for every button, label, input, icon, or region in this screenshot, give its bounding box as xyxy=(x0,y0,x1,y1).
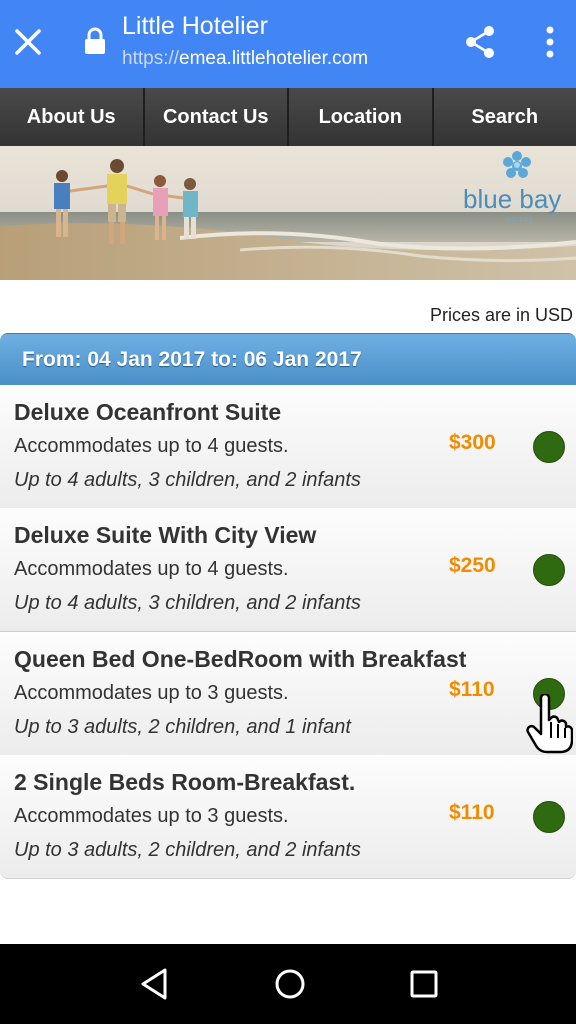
room-occupancy: Accommodates up to 4 guests. xyxy=(14,435,289,457)
date-range-header: From: 04 Jan 2017 to: 06 Jan 2017 xyxy=(0,333,576,385)
room-occupancy: Accommodates up to 4 guests. xyxy=(14,558,289,580)
system-navigation-bar xyxy=(0,944,576,1024)
room-select-button[interactable] xyxy=(533,431,565,463)
more-vert-icon[interactable] xyxy=(536,22,564,62)
room-item[interactable]: 2 Single Beds Room-Breakfast. Accommodat… xyxy=(0,755,576,879)
home-icon[interactable] xyxy=(270,964,310,1004)
hotel-logo-subtext: HOTEL xyxy=(506,217,535,224)
room-item[interactable]: Deluxe Oceanfront Suite Accommodates up … xyxy=(0,385,576,509)
nav-about-us[interactable]: About Us xyxy=(0,88,145,146)
site-nav: About Us Contact Us Location Search xyxy=(0,88,576,146)
room-select-button[interactable] xyxy=(533,554,565,586)
lock-icon xyxy=(85,27,105,54)
currency-note: Prices are in USD xyxy=(430,305,574,325)
room-occupancy: Accommodates up to 3 guests. xyxy=(14,805,289,827)
room-occupancy-detail: Up to 3 adults, 2 children, and 2 infant… xyxy=(14,839,361,861)
room-price: $110 xyxy=(449,678,495,701)
hotel-logo-text: blue bay xyxy=(463,184,562,214)
room-name: 2 Single Beds Room-Breakfast. xyxy=(14,769,356,795)
room-item[interactable]: Deluxe Suite With City View Accommodates… xyxy=(0,508,576,632)
room-occupancy-detail: Up to 3 adults, 2 children, and 1 infant xyxy=(14,716,351,738)
url-host: emea.littlehotelier.com xyxy=(179,48,369,69)
room-price: $250 xyxy=(449,554,496,577)
nav-location[interactable]: Location xyxy=(289,88,434,146)
close-icon[interactable] xyxy=(12,22,44,62)
url-scheme: https:// xyxy=(122,48,180,69)
share-icon[interactable] xyxy=(460,22,500,62)
room-item[interactable]: Queen Bed One-BedRoom with Breakfast Acc… xyxy=(0,632,576,756)
room-price: $110 xyxy=(449,801,495,824)
browser-toolbar: Little Hotelier https://emea.littlehotel… xyxy=(0,0,576,88)
room-name: Deluxe Oceanfront Suite xyxy=(14,399,282,425)
page-title: Little Hotelier xyxy=(122,12,268,40)
room-name: Queen Bed One-BedRoom with Breakfast xyxy=(14,646,467,672)
hand-pointer-cursor-icon xyxy=(526,694,573,754)
room-occupancy-detail: Up to 4 adults, 3 children, and 2 infant… xyxy=(14,469,361,491)
room-occupancy: Accommodates up to 3 guests. xyxy=(14,682,289,704)
room-select-button[interactable] xyxy=(533,801,565,833)
room-occupancy-detail: Up to 4 adults, 3 children, and 2 infant… xyxy=(14,592,361,614)
room-price: $300 xyxy=(449,431,496,454)
url-bar[interactable]: https://emea.littlehotelier.com xyxy=(122,48,368,70)
back-icon[interactable] xyxy=(135,964,175,1004)
nav-contact-us[interactable]: Contact Us xyxy=(144,88,289,146)
room-name: Deluxe Suite With City View xyxy=(14,522,317,548)
nav-search[interactable]: Search xyxy=(433,88,576,146)
recents-icon[interactable] xyxy=(404,964,444,1004)
